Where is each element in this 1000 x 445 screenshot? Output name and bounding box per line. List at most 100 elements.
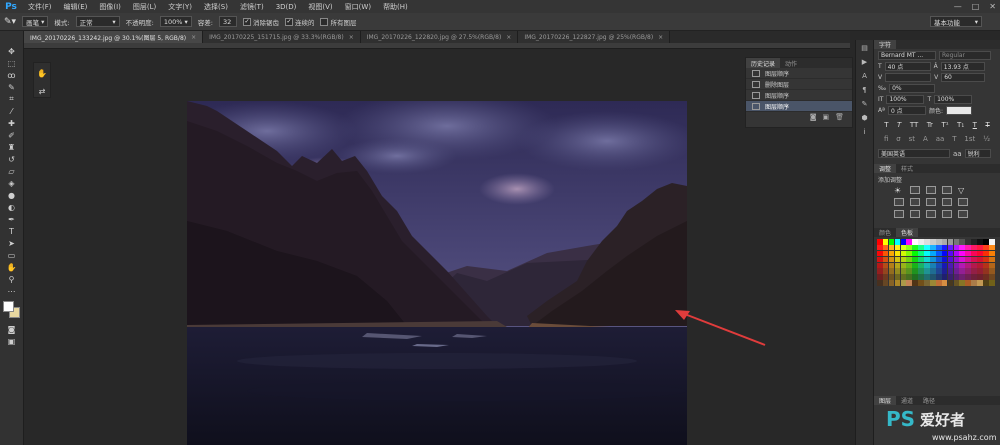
color-swatch[interactable] xyxy=(882,250,889,257)
document-image[interactable] xyxy=(187,101,687,445)
color-swatch[interactable] xyxy=(935,244,942,251)
color-swatch[interactable] xyxy=(912,250,918,257)
color-swatch[interactable] xyxy=(882,280,889,286)
color-swatch[interactable] xyxy=(930,239,936,245)
color-swatch[interactable] xyxy=(924,239,930,245)
color-swatch[interactable] xyxy=(888,274,895,280)
color-swatch[interactable] xyxy=(906,250,913,257)
path-select-icon[interactable]: ➤ xyxy=(4,237,20,249)
close-icon[interactable]: × xyxy=(191,34,196,41)
color-swatch[interactable] xyxy=(959,274,966,280)
eraser-tool-icon[interactable]: ▱ xyxy=(4,165,20,177)
close-button[interactable]: ✕ xyxy=(989,2,996,11)
color-swatch[interactable] xyxy=(924,274,930,280)
color-swatch[interactable] xyxy=(988,256,995,263)
color-swatch[interactable] xyxy=(894,262,901,269)
color-swatch[interactable] xyxy=(965,244,971,251)
color-swatch[interactable] xyxy=(888,244,895,251)
tool-preset-icon[interactable]: ✎▾ xyxy=(4,17,16,27)
color-swatch[interactable] xyxy=(977,239,983,245)
color-swatch[interactable] xyxy=(906,256,913,263)
snapshot-icon[interactable]: ◙ xyxy=(810,113,817,121)
color-swatch[interactable] xyxy=(983,274,989,280)
close-icon[interactable]: × xyxy=(506,34,511,41)
history-icon[interactable]: ▤ xyxy=(859,44,871,54)
color-swatch[interactable] xyxy=(888,250,895,257)
more-tools-icon[interactable]: ⋯ xyxy=(4,285,20,297)
color-swatch[interactable] xyxy=(900,280,907,286)
color-swatch[interactable] xyxy=(912,256,918,263)
info-icon[interactable]: i xyxy=(859,128,871,138)
posterize-icon[interactable] xyxy=(910,210,920,218)
zoom-tool-icon[interactable]: ⚲ xyxy=(4,273,20,285)
color-swatch[interactable] xyxy=(894,250,901,257)
menu-3d[interactable]: 3D(D) xyxy=(270,3,303,11)
color-swatch[interactable] xyxy=(953,268,960,275)
color-swatch[interactable] xyxy=(941,280,948,286)
color-swatch[interactable] xyxy=(988,280,995,286)
color-swatch[interactable] xyxy=(888,268,895,275)
color-swatch[interactable] xyxy=(965,280,971,286)
color-swatch[interactable] xyxy=(971,250,977,257)
antialias-checkbox[interactable]: ✓ 消除锯齿 xyxy=(242,17,279,27)
color-swatch[interactable] xyxy=(894,280,901,286)
color-swatch[interactable] xyxy=(953,262,960,269)
menu-type[interactable]: 文字(Y) xyxy=(162,2,198,12)
color-swatch[interactable] xyxy=(877,268,883,275)
color-swatch[interactable] xyxy=(947,256,954,263)
underline-button[interactable]: T xyxy=(973,121,977,129)
color-swatch[interactable] xyxy=(877,262,883,269)
character-icon[interactable]: A xyxy=(859,72,871,82)
quick-mask-icon[interactable]: ◙ xyxy=(4,323,20,335)
color-swatch[interactable] xyxy=(947,274,954,280)
paint-bucket-icon[interactable]: ◈ xyxy=(4,177,20,189)
subscript-button[interactable]: T₁ xyxy=(957,121,964,129)
channel-mixer-icon[interactable] xyxy=(958,198,968,206)
color-swatch[interactable] xyxy=(888,262,895,269)
half-button[interactable]: ½ xyxy=(983,135,990,143)
color-swatch[interactable] xyxy=(930,262,936,269)
color-swatch[interactable] xyxy=(941,268,948,275)
color-swatch[interactable] xyxy=(888,239,895,245)
color-swatch[interactable] xyxy=(977,250,983,257)
color-swatch[interactable] xyxy=(965,274,971,280)
color-swatch[interactable] xyxy=(894,239,901,245)
menu-image[interactable]: 图像(I) xyxy=(93,2,127,12)
menu-edit[interactable]: 编辑(E) xyxy=(58,2,94,12)
color-swatch[interactable] xyxy=(877,256,883,263)
color-swatch[interactable] xyxy=(912,280,918,286)
tab-actions[interactable]: 动作 xyxy=(780,58,802,68)
color-swatch[interactable] xyxy=(983,262,989,269)
vibrance-icon[interactable]: ▽ xyxy=(958,186,968,195)
color-swatch[interactable] xyxy=(935,250,942,257)
hand-tool-icon[interactable]: ✋ xyxy=(34,67,50,79)
minimize-button[interactable]: — xyxy=(954,2,962,11)
color-swatch[interactable] xyxy=(906,268,913,275)
color-swatch[interactable] xyxy=(882,256,889,263)
color-swatch[interactable] xyxy=(959,250,966,257)
color-swatch[interactable] xyxy=(918,250,924,257)
lasso-tool-icon[interactable]: ꝏ xyxy=(4,69,20,81)
color-swatch[interactable] xyxy=(877,244,883,251)
color-swatch[interactable] xyxy=(912,262,918,269)
faux-bold-button[interactable]: T xyxy=(884,121,888,129)
color-swatch[interactable] xyxy=(965,250,971,257)
opacity-input[interactable]: 100% ▾ xyxy=(159,16,192,27)
foreground-color-swatch[interactable] xyxy=(2,301,14,312)
ligature-button[interactable]: fi xyxy=(884,135,888,143)
color-swatch[interactable] xyxy=(971,239,977,245)
color-swatch[interactable] xyxy=(935,280,942,286)
tab-color[interactable]: 颜色 xyxy=(874,228,896,237)
tab-styles[interactable]: 样式 xyxy=(896,164,918,173)
color-swatch[interactable] xyxy=(983,280,989,286)
color-swatch[interactable] xyxy=(941,250,948,257)
photo-filter-icon[interactable] xyxy=(942,198,952,206)
color-swatch[interactable] xyxy=(877,239,883,245)
color-swatch[interactable] xyxy=(947,280,954,286)
color-swatch[interactable] xyxy=(988,262,995,269)
clone-stamp-icon[interactable]: ♜ xyxy=(4,141,20,153)
curves-icon[interactable] xyxy=(926,186,936,194)
color-swatch[interactable] xyxy=(906,274,913,280)
tab-character[interactable]: 字符 xyxy=(874,40,897,49)
color-swatch[interactable] xyxy=(906,280,913,286)
